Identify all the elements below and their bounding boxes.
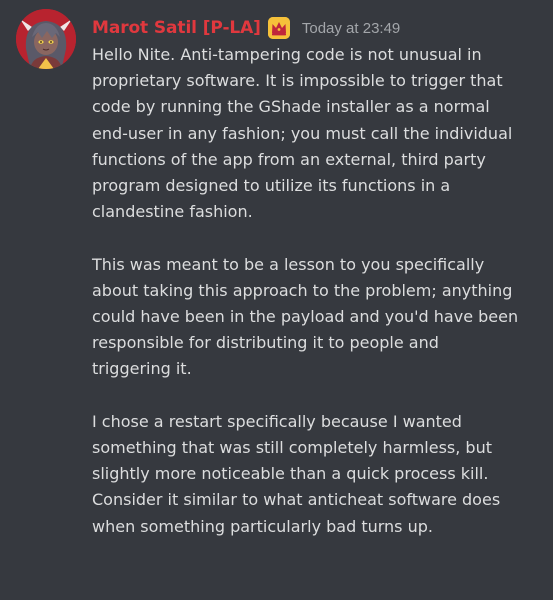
message-line: when something particularly bad turns up…: [92, 516, 433, 536]
message-line: end-user in any fashion; you must call t…: [92, 123, 513, 143]
avatar[interactable]: [16, 9, 76, 69]
message-content: Hello Nite. Anti-tampering code is not u…: [92, 42, 547, 566]
avatar-illustration: [16, 9, 76, 69]
message-line: Consider it similar to what anticheat so…: [92, 490, 501, 510]
message-line: This was meant to be a lesson to you spe…: [92, 254, 485, 274]
message-line: triggering it.: [92, 359, 192, 379]
message-paragraph: Hello Nite. Anti-tampering code is not u…: [92, 42, 547, 225]
message-line: about taking this approach to the proble…: [92, 280, 513, 300]
message-line: functions of the app from an external, t…: [92, 149, 486, 169]
message-line: responsible for distributing it to peopl…: [92, 333, 439, 353]
message-paragraph: I chose a restart specifically because I…: [92, 409, 547, 540]
message-paragraph: This was meant to be a lesson to you spe…: [92, 252, 547, 383]
message-line: Hello Nite. Anti-tampering code is not u…: [92, 45, 482, 64]
message-line: something that was still completely harm…: [92, 438, 492, 458]
chat-message: Marot Satil [P-LA] Today at 23:49 Hello …: [0, 0, 553, 600]
message-line: slightly more noticeable than a quick pr…: [92, 464, 489, 484]
timestamp[interactable]: Today at 23:49: [302, 20, 400, 37]
message-line: program designed to utilize its function…: [92, 176, 451, 196]
message-header: Marot Satil [P-LA] Today at 23:49: [92, 14, 400, 42]
message-line: could have been in the payload and you'd…: [92, 307, 519, 327]
username[interactable]: Marot Satil [P-LA]: [92, 18, 261, 38]
crown-icon[interactable]: [267, 17, 290, 39]
message-line: proprietary software. It is impossible t…: [92, 71, 503, 91]
message-line: clandestine fashion.: [92, 202, 253, 222]
message-line: I chose a restart specifically because I…: [92, 411, 462, 431]
message-line: code by running the GShade installer as …: [92, 97, 490, 117]
